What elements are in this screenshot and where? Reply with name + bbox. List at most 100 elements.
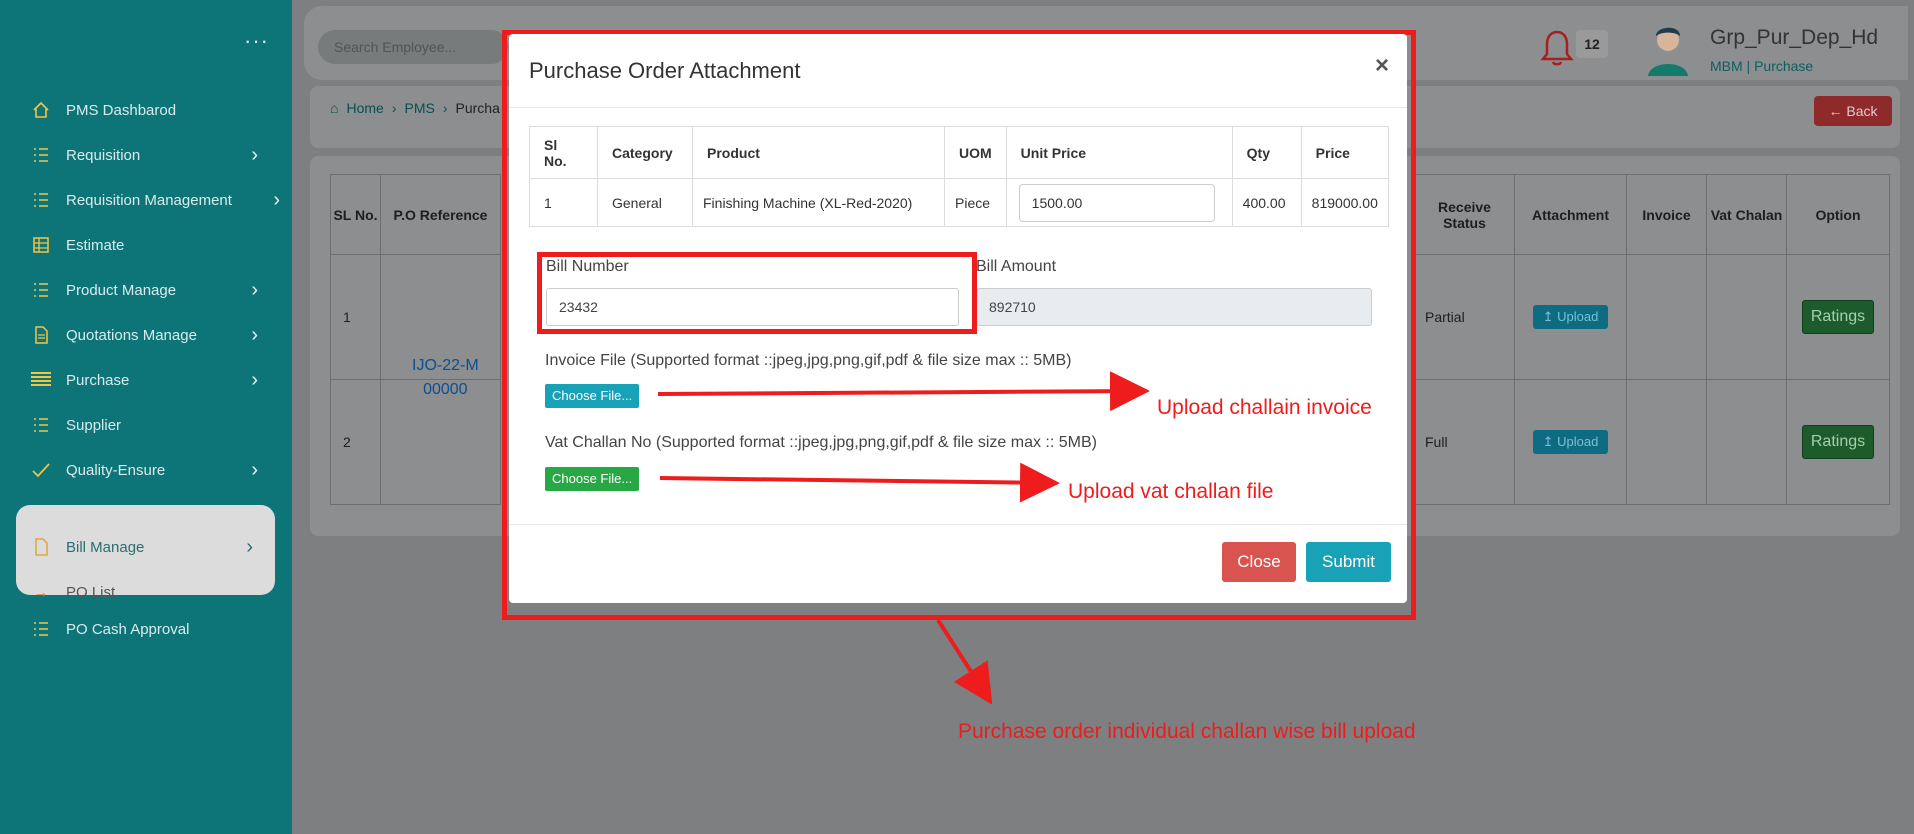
cell-category: General (597, 178, 693, 227)
cell-price: 819000.00 (1300, 178, 1390, 227)
sidebar-item-label: Quality-Ensure (66, 461, 166, 479)
bill-amount-field: 892710 (976, 288, 1372, 326)
vat-chalan-cell (1706, 379, 1787, 505)
list-icon (30, 144, 52, 166)
sidebar-item-label: Supplier (66, 416, 122, 434)
po-table-left: SL No. P.O Reference 1 2 (330, 174, 501, 505)
col-category-header: Category (597, 126, 693, 179)
receive-status: Partial (1414, 254, 1515, 380)
chevron-right-icon: › (251, 144, 258, 166)
avatar[interactable] (1644, 22, 1692, 76)
invoice-file-label: Invoice File (Supported format ::jpeg,jp… (545, 352, 1072, 369)
col-price-header: Price (1300, 126, 1390, 179)
sidebar-item-quotations-manage[interactable]: Quotations Manage › (30, 315, 280, 355)
sidebar-item-purchase[interactable]: Purchase › (30, 360, 280, 400)
sidebar-item-estimate[interactable]: Estimate (30, 225, 280, 265)
submit-button[interactable]: Submit (1306, 542, 1391, 582)
sidebar-item-label: Estimate (66, 236, 125, 254)
sidebar-item-requisition-management[interactable]: Requisition Management › (30, 180, 280, 220)
sidebar-item-label: Requisition (66, 146, 141, 164)
sidebar-item-label: Purchase (66, 371, 130, 389)
col-qty-header: Qty (1231, 126, 1302, 179)
list-icon (30, 618, 52, 640)
check-icon (30, 459, 52, 481)
vat-challan-label: Vat Challan No (Supported format ::jpeg,… (545, 434, 1097, 451)
col-invoice-header: Invoice (1626, 174, 1707, 255)
modal-title: Purchase Order Attachment (529, 58, 801, 83)
annotation-frame-bill-number (537, 252, 977, 334)
breadcrumb-pms[interactable]: PMS (405, 100, 435, 116)
sidebar-item-po-cash-approval[interactable]: PO Cash Approval (30, 609, 280, 649)
order-items-table: Sl No. Category Product UOM Unit Price Q… (529, 126, 1390, 227)
col-receive-status-header: Receive Status (1414, 174, 1515, 255)
search-input[interactable]: Search Employee... (318, 30, 508, 64)
back-button[interactable]: ← Back (1814, 96, 1892, 126)
col-option-header: Option (1786, 174, 1890, 255)
sidebar-item-po-list[interactable]: → PO List (30, 572, 275, 612)
upload-button[interactable]: ↥ Upload (1532, 430, 1609, 454)
bill-manage-group: Bill Manage › → PO List (16, 505, 275, 601)
breadcrumb-separator: › (391, 100, 397, 116)
unit-price-input[interactable] (1018, 183, 1215, 222)
home-icon: ⌂ (330, 100, 339, 116)
document-icon (30, 324, 52, 346)
sidebar-item-bill-manage[interactable]: Bill Manage › (30, 527, 275, 567)
po-reference-line: 00000 (423, 381, 468, 398)
cell-sl: 1 (529, 178, 598, 227)
annotation-caption: Purchase order individual challan wise b… (958, 720, 1416, 743)
sidebar-item-supplier[interactable]: Supplier (30, 405, 280, 445)
sidebar-item-requisition[interactable]: Requisition › (30, 135, 280, 175)
ratings-button[interactable]: Ratings (1801, 425, 1875, 459)
table-icon (30, 234, 52, 256)
ratings-button[interactable]: Ratings (1801, 300, 1875, 334)
user-role: MBM | Purchase (1710, 58, 1814, 74)
annotation-upload-invoice: Upload challain invoice (1157, 396, 1372, 419)
sidebar-item-product-manage[interactable]: Product Manage › (30, 270, 280, 310)
sidebar-item-quality-ensure[interactable]: Quality-Ensure › (30, 450, 280, 490)
invoice-choose-file-button[interactable]: Choose File... (545, 384, 640, 408)
divider (509, 524, 1407, 525)
list-icon (30, 414, 52, 436)
col-vat-chalan-header: Vat Chalan (1706, 174, 1787, 255)
upload-button[interactable]: ↥ Upload (1532, 305, 1609, 329)
sidebar-item-pms-dashboard[interactable]: PMS Dashbarod (30, 90, 280, 130)
row-sl: 2 (330, 379, 381, 505)
notification-count-badge[interactable]: 12 (1576, 30, 1608, 58)
upload-button-label: Upload (1557, 309, 1599, 324)
sidebar: ··· PMS Dashbarod Requisition › Requisit… (0, 0, 292, 834)
col-attachment-header: Attachment (1514, 174, 1627, 255)
receive-status: Full (1414, 379, 1515, 505)
bell-icon[interactable] (1540, 28, 1574, 68)
vat-challan-choose-file-button[interactable]: Choose File... (545, 467, 640, 491)
back-button-label: Back (1846, 103, 1878, 119)
po-reference-line: IJO-22-M (412, 357, 479, 374)
vat-chalan-cell (1706, 254, 1787, 380)
list-icon (30, 189, 52, 211)
breadcrumb-current: Purcha (455, 100, 500, 116)
po-reference-link[interactable]: IJO-22-M 00000 (412, 354, 479, 402)
chevron-right-icon: › (251, 369, 258, 391)
cell-qty: 400.00 (1231, 178, 1302, 227)
col-sl-header: Sl No. (529, 126, 598, 179)
invoice-cell (1626, 254, 1707, 380)
invoice-cell (1626, 379, 1707, 505)
col-po-reference-header: P.O Reference (380, 174, 501, 255)
breadcrumb-separator: › (442, 100, 448, 116)
annotation-upload-vat: Upload vat challan file (1068, 480, 1274, 503)
sidebar-item-label: Quotations Manage (66, 326, 197, 344)
sidebar-item-label: Requisition Management (66, 191, 232, 209)
sidebar-item-label: PO List (66, 583, 116, 601)
breadcrumb-home[interactable]: Home (346, 100, 383, 116)
col-sl-header: SL No. (330, 174, 381, 255)
cell-product: Finishing Machine (XL-Red-2020) (692, 178, 945, 227)
po-table-right: Receive Status Attachment Invoice Vat Ch… (1414, 174, 1890, 505)
chevron-right-icon: › (273, 189, 280, 211)
close-button[interactable]: Close (1222, 542, 1296, 582)
bill-amount-label: Bill Amount (976, 258, 1057, 275)
more-icon[interactable]: ··· (244, 28, 269, 54)
sidebar-item-label: Bill Manage (66, 538, 145, 556)
list-icon (30, 279, 52, 301)
chevron-right-icon: › (251, 459, 258, 481)
close-icon[interactable]: × (1375, 52, 1389, 80)
arrow-right-icon: → (33, 583, 49, 601)
